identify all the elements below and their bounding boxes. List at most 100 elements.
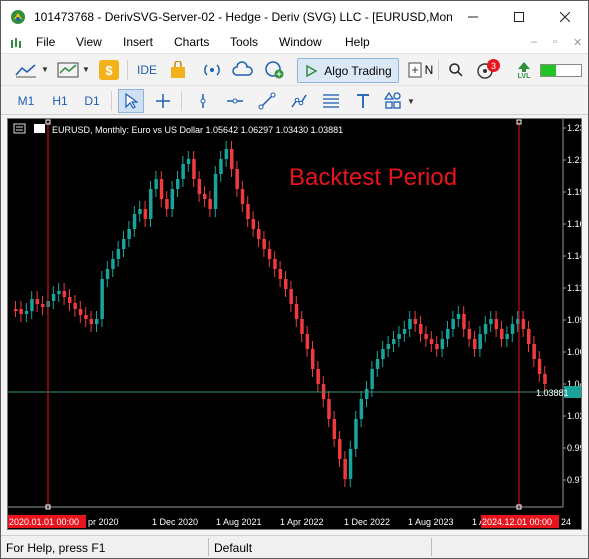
search-icon xyxy=(449,63,463,77)
bear-candle xyxy=(532,344,536,359)
minimize-button[interactable] xyxy=(450,1,496,33)
bull-candle xyxy=(176,179,180,189)
maximize-button[interactable] xyxy=(496,1,542,33)
crosshair-tool[interactable] xyxy=(151,90,175,112)
bear-candle xyxy=(521,319,526,329)
bull-candle xyxy=(451,319,455,329)
close-button[interactable] xyxy=(542,1,588,33)
menu-view[interactable]: View xyxy=(76,35,102,49)
timeframe-d1[interactable]: D1 xyxy=(79,92,105,110)
timeframe-m1[interactable]: M1 xyxy=(13,92,39,110)
bull-candle xyxy=(122,239,126,249)
minimize-icon xyxy=(468,16,478,18)
end-time-marker: 2024.12.01 00:00 xyxy=(482,517,552,527)
trendline-tool[interactable] xyxy=(255,90,279,112)
bear-candle xyxy=(165,199,169,209)
menu-charts[interactable]: Charts xyxy=(174,35,209,49)
bear-candle xyxy=(537,359,542,374)
status-separator xyxy=(208,538,209,556)
vertical-line-tool[interactable] xyxy=(191,90,215,112)
one-click-trading-icon[interactable] xyxy=(34,124,45,133)
status-bar: For Help, press F1 Default xyxy=(1,535,588,558)
bull-candle xyxy=(397,334,401,339)
toolbar-separator xyxy=(111,91,112,111)
globe-plus-icon xyxy=(265,61,284,79)
bull-candle xyxy=(440,339,445,349)
child-restore-icon[interactable]: ▫ xyxy=(553,36,557,48)
price-axis-labels: 1.23820 1.21410 1.19000 1.16590 1.14180 1.117… xyxy=(563,123,582,485)
bear-candle xyxy=(294,304,299,319)
menu-bar: File View Insert Charts Tools Window Hel… xyxy=(1,33,588,53)
price-axis-label: 0.97310 xyxy=(567,475,582,485)
horizontal-line-tool[interactable] xyxy=(223,90,247,112)
backtest-period-annotation: Backtest Period xyxy=(289,164,457,191)
timeframe-h1[interactable]: H1 xyxy=(47,92,73,110)
menu-tools[interactable]: Tools xyxy=(230,35,258,49)
bull-candle xyxy=(348,449,353,479)
child-close-icon[interactable]: ✕ xyxy=(573,36,582,49)
bull-candle xyxy=(105,269,110,279)
menu-help[interactable]: Help xyxy=(345,35,370,49)
bear-candle xyxy=(343,459,347,479)
bear-candle xyxy=(278,269,283,279)
fibonacci-tool[interactable] xyxy=(319,90,343,112)
search-button[interactable] xyxy=(445,60,467,80)
bear-candle xyxy=(84,315,88,319)
bull-candle xyxy=(505,334,509,339)
cursor-tool[interactable] xyxy=(118,89,144,113)
window-title: 101473768 - DerivSVG-Server-02 - Hedge -… xyxy=(34,10,452,24)
copy-trading-button[interactable] xyxy=(263,59,287,81)
ide-button[interactable]: IDE xyxy=(134,60,160,80)
price-axis-label: 1.16590 xyxy=(567,219,582,229)
bull-candle xyxy=(392,339,396,344)
account-level-button[interactable]: LVL xyxy=(511,58,537,82)
signals-button[interactable] xyxy=(201,59,223,81)
child-minimize-icon[interactable]: – xyxy=(531,36,537,48)
chart-list-icon[interactable] xyxy=(13,123,26,134)
horizontal-line-icon xyxy=(227,98,243,104)
profile-name[interactable]: Default xyxy=(214,541,252,555)
bull-candle xyxy=(370,369,374,389)
bull-candle xyxy=(24,311,29,314)
bear-candle xyxy=(235,169,239,189)
shapes-dropdown-icon[interactable]: ▼ xyxy=(407,97,415,106)
bear-candle xyxy=(494,319,499,329)
shapes-tool[interactable] xyxy=(381,90,405,112)
bear-candle xyxy=(424,334,428,339)
polyline-tool[interactable] xyxy=(287,90,311,112)
title-bar: 101473768 - DerivSVG-Server-02 - Hedge -… xyxy=(1,1,588,33)
market-button[interactable] xyxy=(167,59,189,81)
bear-candle xyxy=(473,339,477,349)
chart-window[interactable]: EURUSD, Monthly: Euro vs US Dollar 1.056… xyxy=(7,118,582,530)
chart-type-button[interactable] xyxy=(13,60,39,80)
deposit-button[interactable]: $ xyxy=(99,60,119,80)
bear-candle xyxy=(203,194,207,199)
signal-broadcast-icon xyxy=(204,64,220,76)
bull-candle xyxy=(375,359,380,369)
time-axis-labels: pr 2020 1 Dec 2020 1 Aug 2021 1 Apr 2022 1 D… xyxy=(88,517,493,527)
text-tool[interactable] xyxy=(351,90,375,112)
menu-file[interactable]: File xyxy=(36,35,55,49)
dollar-icon: $ xyxy=(105,62,113,78)
vps-button[interactable] xyxy=(231,59,255,81)
bear-candle xyxy=(41,304,45,307)
chart-type-dropdown-icon[interactable]: ▼ xyxy=(41,65,49,74)
polyline-icon xyxy=(291,94,307,108)
indicators-dropdown-icon[interactable]: ▼ xyxy=(82,65,90,74)
price-chart[interactable]: EURUSD, Monthly: Euro vs US Dollar 1.056… xyxy=(8,119,582,530)
bull-candle xyxy=(170,189,175,209)
menu-window[interactable]: Window xyxy=(279,35,322,49)
new-order-icon xyxy=(408,62,422,78)
notifications-button[interactable]: 3 xyxy=(475,59,501,81)
bear-candle xyxy=(527,329,531,344)
menu-insert[interactable]: Insert xyxy=(123,35,153,49)
bull-candle xyxy=(354,419,358,449)
new-order-button[interactable]: N xyxy=(405,59,435,81)
drawing-toolbar: M1 H1 D1 ▼ xyxy=(1,85,588,115)
bear-candle xyxy=(197,179,202,194)
bear-candle xyxy=(262,239,266,249)
algo-trading-button[interactable]: Algo Trading xyxy=(297,58,399,83)
indicators-button[interactable] xyxy=(56,60,80,80)
bear-candle xyxy=(78,309,83,315)
algo-trading-label: Algo Trading xyxy=(324,63,392,78)
